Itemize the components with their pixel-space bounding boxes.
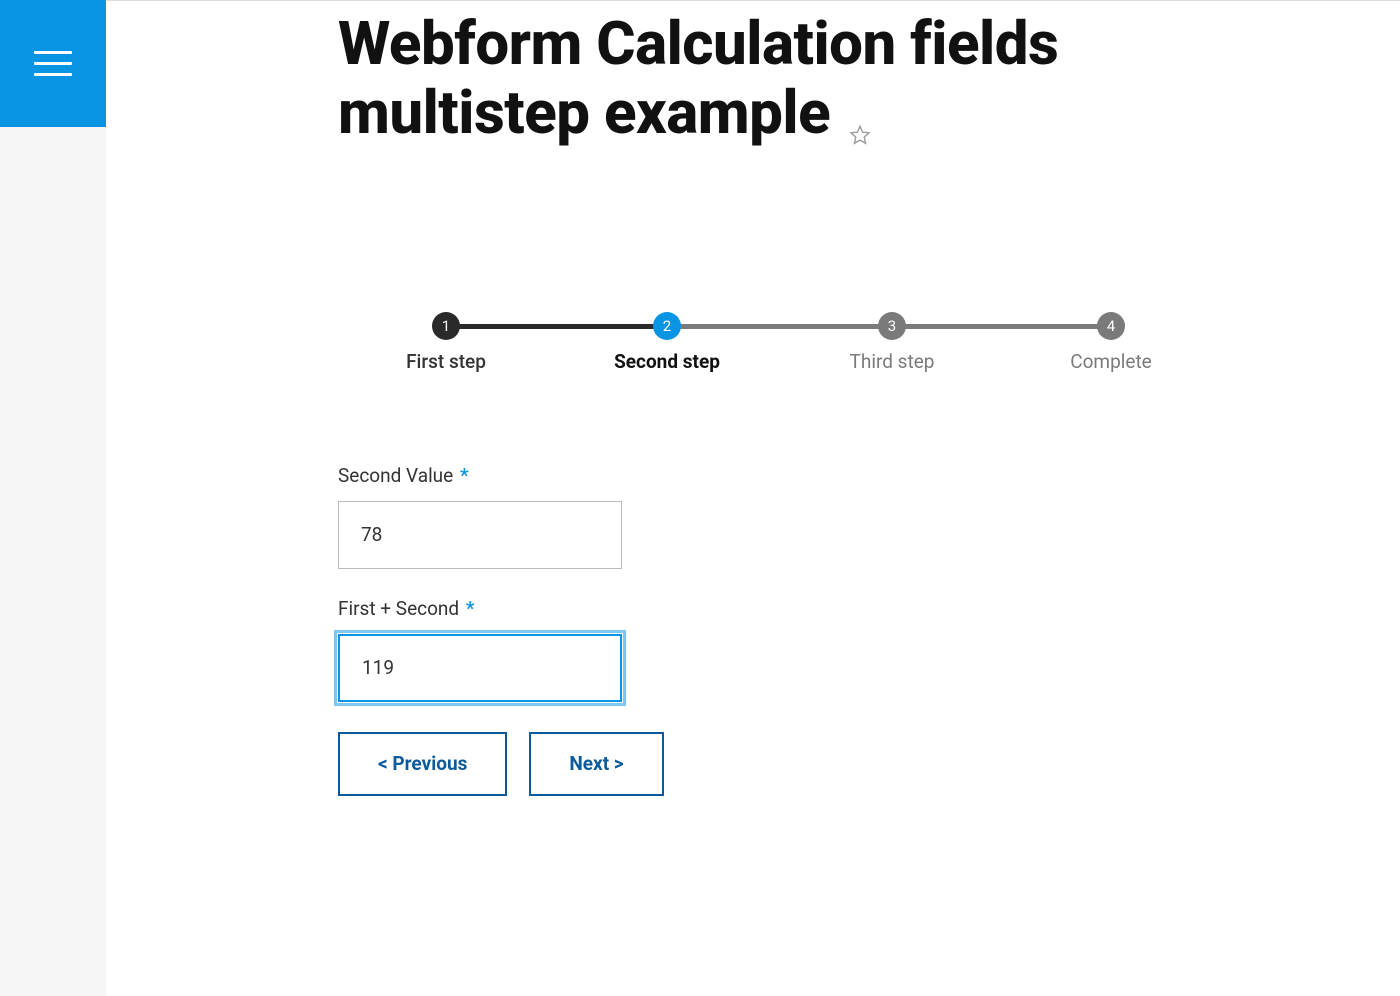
progress-label-1: First step xyxy=(406,350,486,373)
progress-step-1: 1 xyxy=(432,312,460,340)
page-title-text: Webform Calculation fields multistep exa… xyxy=(338,8,1058,148)
next-button[interactable]: Next > xyxy=(529,732,663,796)
second-value-input[interactable] xyxy=(338,501,622,569)
previous-button[interactable]: < Previous xyxy=(338,732,507,796)
main-content: Webform Calculation fields multistep exa… xyxy=(106,1,1400,996)
form-field-first-plus-second: First + Second * xyxy=(338,597,1158,702)
progress-label-2: Second step xyxy=(614,350,720,373)
form-field-second-value: Second Value * xyxy=(338,464,1158,569)
required-marker: * xyxy=(466,597,475,620)
progress-step-2: 2 xyxy=(653,312,681,340)
form-section: Second Value * First + Second * < Previo… xyxy=(338,464,1158,796)
progress-step-4: 4 xyxy=(1097,312,1125,340)
required-marker: * xyxy=(460,464,469,487)
field-label-first-plus-second: First + Second * xyxy=(338,597,1158,620)
field-label-text: First + Second xyxy=(338,597,459,620)
first-plus-second-input[interactable] xyxy=(338,634,622,702)
progress-line-segment xyxy=(446,324,667,329)
progress-label-3: Third step xyxy=(850,350,935,373)
progress-line-segment xyxy=(892,324,1111,329)
field-label-text: Second Value xyxy=(338,464,453,487)
progress-indicator: 1 2 3 4 First step Second step Third ste… xyxy=(338,312,1158,380)
hamburger-menu-button[interactable] xyxy=(0,0,106,127)
button-row: < Previous Next > xyxy=(338,732,1158,796)
field-label-second-value: Second Value * xyxy=(338,464,1158,487)
hamburger-icon xyxy=(34,51,72,76)
progress-step-3: 3 xyxy=(878,312,906,340)
progress-label-4: Complete xyxy=(1070,350,1152,373)
page-title: Webform Calculation fields multistep exa… xyxy=(338,9,1158,152)
star-icon[interactable] xyxy=(849,91,871,160)
progress-line-segment xyxy=(667,324,892,329)
